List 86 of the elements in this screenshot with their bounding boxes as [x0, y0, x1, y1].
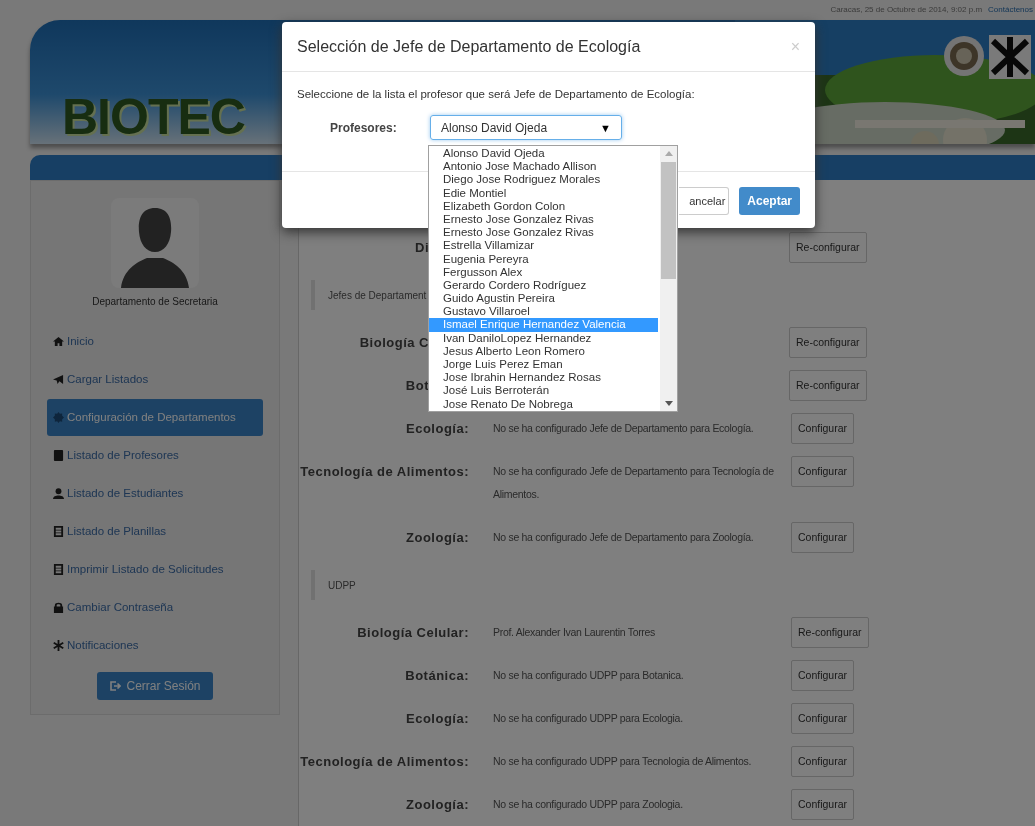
contact-link[interactable]: Contáctenos — [988, 3, 1033, 16]
dropdown-option[interactable]: Eugenia Pereyra — [429, 252, 660, 266]
description-text: No se ha configurado Jefe de Departamento para Tecnología de Alimentos. — [493, 464, 775, 502]
configure-button[interactable]: Configurar — [791, 660, 855, 691]
emblem-icon — [989, 34, 1031, 79]
profile-caption: Departamento de Secretaria — [92, 295, 218, 309]
field-label: Zoología: — [405, 529, 469, 547]
dropdown-option[interactable]: Ernesto Jose Gonzalez Rivas — [429, 226, 660, 240]
sidebar-item[interactable]: Cargar Listados — [47, 361, 263, 398]
seal-icon — [943, 34, 985, 77]
description-text: No se ha configurado UDPP para Tecnologia de Alimentos. — [493, 754, 753, 769]
sidebar-item[interactable]: Listado de Estudiantes — [47, 475, 263, 512]
dropdown-option[interactable]: Estrella Villamizar — [429, 239, 660, 253]
user-icon — [53, 488, 64, 499]
paper-plane-icon — [53, 374, 64, 385]
dropdown-option[interactable]: Alonso David Ojeda — [429, 147, 660, 161]
sidebar-item[interactable]: Cambiar Contraseña — [47, 589, 263, 626]
scrollbar[interactable] — [660, 146, 677, 411]
sidebar-item[interactable]: Inicio — [47, 323, 263, 360]
section-heading: UDPP — [328, 578, 356, 593]
logo-text: BIOTEC — [62, 91, 245, 142]
configure-button[interactable]: Re-configurar — [791, 617, 869, 648]
accept-button[interactable]: Aceptar — [739, 187, 800, 215]
dropdown-option[interactable]: Jorge Luis Perez Eman — [429, 358, 660, 372]
field-label: Ecología: — [405, 420, 469, 438]
gear-icon — [53, 412, 64, 423]
list-icon — [53, 564, 64, 575]
description-text: No se ha configurado Jefe de Departamento para Ecología. — [493, 421, 755, 436]
description-text: No se ha configurado UDPP para Ecologia. — [493, 711, 684, 726]
logout-button[interactable]: Cerrar Sesión — [97, 672, 213, 700]
sidebar-item[interactable]: Imprimir Listado de Solicitudes — [47, 551, 263, 588]
field-label: Bot — [404, 377, 429, 395]
dropdown-option[interactable]: Antonio Jose Machado Allison — [429, 160, 660, 174]
field-label: Biología Celular: — [356, 624, 469, 642]
description-text: No se ha configurado Jefe de Departamento para Zoología. — [493, 530, 755, 545]
dropdown-option[interactable]: Fergusson Alex — [429, 265, 660, 279]
scroll-down-icon[interactable] — [664, 401, 673, 406]
field-label: Ecología: — [405, 710, 469, 728]
configure-button[interactable]: Re-configurar — [789, 232, 867, 263]
section-heading: Jefes de Departament — [328, 288, 427, 303]
logout-icon — [109, 680, 122, 692]
modal-title: Selección de Jefe de Departamento de Ecología — [297, 36, 641, 57]
configure-button[interactable]: Configurar — [791, 789, 855, 820]
dropdown-option[interactable]: Jose Renato De Nobrega — [429, 397, 660, 411]
dropdown-option[interactable]: Guido Agustin Pereira — [429, 292, 660, 306]
configure-button[interactable]: Configurar — [791, 413, 855, 444]
cancel-button[interactable]: ancelar — [679, 187, 730, 215]
professor-select[interactable]: Alonso David Ojeda ▼ — [430, 115, 622, 141]
field-label: Botánica: — [404, 667, 469, 685]
field-label: Tecnología de Alimentos: — [299, 753, 469, 771]
instruction-text: Seleccione de la lista el profesor que será Jefe de Departamento de Ecología: — [297, 87, 696, 102]
dropdown-option[interactable]: Ivan DaniloLopez Hernandez — [429, 331, 660, 345]
field-label: Biología C — [358, 334, 429, 352]
book-icon — [53, 450, 64, 461]
sidebar-item[interactable]: Listado de Planillas — [47, 513, 263, 550]
dropdown-option[interactable]: Elizabeth Gordon Colon — [429, 199, 660, 213]
list-icon — [53, 526, 64, 537]
description-text: No se ha configurado UDPP para Zoologia. — [493, 797, 684, 812]
dropdown-option[interactable]: Gerardo Cordero Rodríguez — [429, 278, 660, 293]
dropdown-option[interactable]: Jesus Alberto Leon Romero — [429, 344, 660, 358]
dropdown-option[interactable]: Ismael Enrique Hernandez Valencia — [429, 318, 658, 332]
lock-icon — [53, 602, 64, 613]
sidebar-item[interactable]: Configuración de Departamentos — [47, 399, 263, 436]
dropdown-option[interactable]: Jose Ibrahin Hernandez Rosas — [429, 371, 660, 385]
dropdown-option[interactable]: José Luis Berroterán — [429, 384, 660, 398]
configure-button[interactable]: Configurar — [791, 703, 855, 734]
field-label: Tecnología de Alimentos: — [299, 463, 469, 481]
configure-button[interactable]: Re-configurar — [789, 370, 867, 401]
field-label: Di — [414, 239, 429, 257]
description-text: Prof. Alexander Ivan Laurentin Torres — [493, 625, 657, 640]
configure-button[interactable]: Configurar — [791, 522, 855, 553]
dropdown-option[interactable]: Gustavo Villaroel — [429, 305, 660, 319]
configure-button[interactable]: Configurar — [791, 456, 855, 487]
dropdown-option[interactable]: Ernesto Jose Gonzalez Rivas — [429, 212, 660, 227]
home-icon — [53, 336, 64, 347]
field-label: Zoología: — [405, 796, 469, 814]
field-label: Profesores: — [330, 119, 398, 137]
scroll-thumb[interactable] — [661, 162, 676, 279]
configure-button[interactable]: Configurar — [791, 746, 855, 777]
dropdown-option[interactable]: Diego Jose Rodriguez Morales — [429, 173, 660, 187]
asterisk-icon — [53, 640, 64, 651]
sidebar-item[interactable]: Listado de Profesores — [47, 437, 263, 474]
description-text: No se ha configurado UDPP para Botanica. — [493, 668, 685, 683]
sidebar-item[interactable]: Notificaciones — [47, 627, 263, 664]
dropdown-option[interactable]: Edie Montiel — [429, 186, 660, 200]
configure-button[interactable]: Re-configurar — [789, 327, 867, 358]
